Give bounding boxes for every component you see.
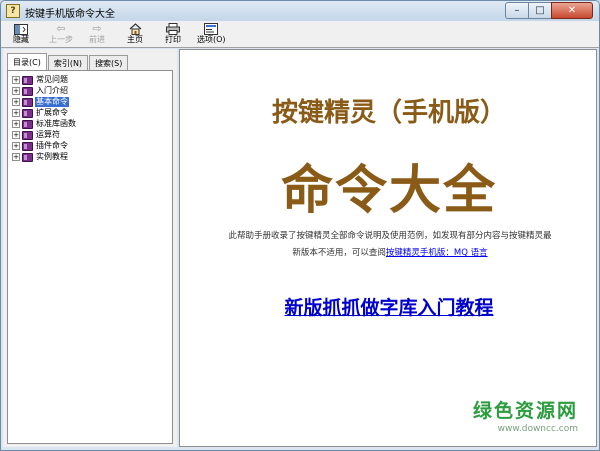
title-bar[interactable]: ? 按键手机版命令大全 – □ ✕ <box>1 1 599 21</box>
close-icon: ✕ <box>567 5 577 16</box>
hide-label: 隐藏 <box>13 35 29 44</box>
book-icon <box>22 97 33 107</box>
toolbar: 隐藏 ⇦ 上一步 ⇨ 前进 主页 打印 选项(O) <box>1 21 599 48</box>
tab-search[interactable]: 搜索(S) <box>89 55 129 71</box>
options-button[interactable]: 选项(O) <box>197 23 226 47</box>
back-arrow-icon: ⇦ <box>56 22 66 35</box>
tab-index[interactable]: 索引(N) <box>47 55 89 71</box>
close-button[interactable]: ✕ <box>551 2 593 19</box>
help-book-icon: ? <box>6 4 20 18</box>
hide-button[interactable]: 隐藏 <box>13 23 29 47</box>
tab-contents[interactable]: 目录(C) <box>7 53 47 71</box>
tree-item-examples[interactable]: + 实例教程 <box>12 152 69 162</box>
forward-label: 前进 <box>89 35 105 44</box>
minimize-button[interactable]: – <box>505 2 529 19</box>
book-icon <box>22 130 33 140</box>
window-title: 按键手机版命令大全 <box>25 9 115 20</box>
nav-tabs: 目录(C) 索引(N) 搜索(S) <box>7 53 129 71</box>
book-icon <box>22 119 33 129</box>
expand-icon[interactable]: + <box>12 120 20 128</box>
home-button[interactable]: 主页 <box>127 23 143 47</box>
maximize-button[interactable]: □ <box>528 2 552 19</box>
book-icon <box>22 108 33 118</box>
contents-tree[interactable]: + 常见问题 + 入门介绍 + 基本命令 + 扩展命令 + 标准库函数 + 运算… <box>7 70 173 444</box>
expand-icon[interactable]: + <box>12 87 20 95</box>
forward-button[interactable]: ⇨ 前进 <box>89 23 105 47</box>
print-button[interactable]: 打印 <box>165 23 181 47</box>
heading-subtitle: 按键精灵（手机版） <box>271 98 506 128</box>
forward-arrow-icon: ⇨ <box>92 22 102 35</box>
print-label: 打印 <box>165 35 181 44</box>
description-prefix: 新版本不适用，可以查阅 <box>292 248 386 258</box>
font-library-tutorial-link[interactable]: 新版抓抓做字库入门教程 <box>180 293 596 320</box>
expand-icon[interactable]: + <box>12 109 20 117</box>
book-icon <box>22 75 33 85</box>
tree-item-basic-commands[interactable]: + 基本命令 <box>12 97 69 107</box>
tree-item-extended-commands[interactable]: + 扩展命令 <box>12 108 69 118</box>
tree-item-operators[interactable]: + 运算符 <box>12 130 61 140</box>
book-icon <box>22 152 33 162</box>
back-label: 上一步 <box>49 35 73 44</box>
watermark-logo: 绿色资源网 <box>472 400 578 422</box>
book-icon <box>22 141 33 151</box>
watermark-url: www.downcc.com <box>497 424 578 434</box>
heading-title: 命令大全 <box>280 161 497 221</box>
book-icon <box>22 86 33 96</box>
expand-icon[interactable]: + <box>12 98 20 106</box>
printer-icon <box>166 23 180 35</box>
expand-icon[interactable]: + <box>12 131 20 139</box>
watermark: 绿色资源网 www.downcc.com <box>448 396 578 436</box>
description-line-2: 新版本不适用，可以查阅按键精灵手机版：MQ 语言 <box>204 245 576 262</box>
mq-language-link[interactable]: 按键精灵手机版：MQ 语言 <box>386 248 488 258</box>
expand-icon[interactable]: + <box>12 142 20 150</box>
tree-item-plugin-commands[interactable]: + 插件命令 <box>12 141 69 151</box>
hide-pane-icon <box>14 23 28 35</box>
expand-icon[interactable]: + <box>12 76 20 84</box>
home-label: 主页 <box>127 35 143 44</box>
content-pane: 按键精灵（手机版） 命令大全 此帮助手册收录了按键精灵全部命令说明及使用范例，如… <box>179 49 597 447</box>
back-button[interactable]: ⇦ 上一步 <box>49 23 73 47</box>
help-window: ? 按键手机版命令大全 – □ ✕ 隐藏 ⇦ 上一步 ⇨ 前进 主页 打印 选项… <box>0 0 600 451</box>
tree-item-intro[interactable]: + 入门介绍 <box>12 86 69 96</box>
home-icon <box>128 23 142 35</box>
options-label: 选项(O) <box>197 35 226 44</box>
tree-item-faq[interactable]: + 常见问题 <box>12 75 69 85</box>
expand-icon[interactable]: + <box>12 153 20 161</box>
maximize-icon: □ <box>535 5 545 16</box>
window-controls: – □ ✕ <box>505 2 593 19</box>
tree-item-stdlib[interactable]: + 标准库函数 <box>12 119 77 129</box>
navigation-pane: 目录(C) 索引(N) 搜索(S) + 常见问题 + 入门介绍 + 基本命令 + <box>3 49 177 447</box>
description-line-1: 此帮助手册收录了按键精灵全部命令说明及使用范例，如发现有部分内容与按键精灵最 <box>228 231 552 241</box>
minimize-icon: – <box>514 5 520 16</box>
description: 此帮助手册收录了按键精灵全部命令说明及使用范例，如发现有部分内容与按键精灵最 新… <box>204 228 576 262</box>
options-icon <box>204 23 219 35</box>
